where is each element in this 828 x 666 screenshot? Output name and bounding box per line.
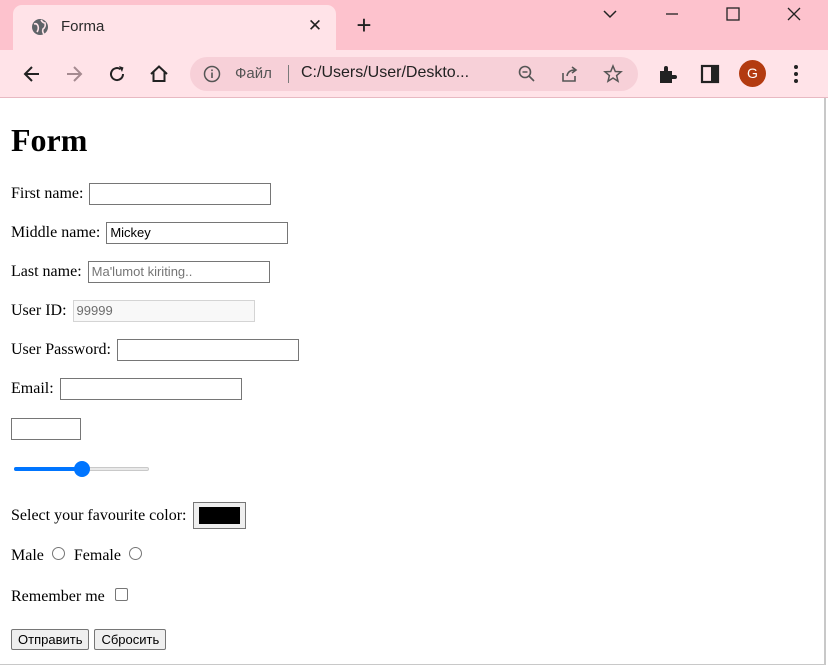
new-tab-button[interactable]: + (352, 12, 376, 38)
submit-button[interactable]: Отправить (11, 629, 90, 650)
share-icon[interactable] (560, 64, 580, 84)
home-icon (150, 65, 168, 82)
forward-arrow-icon (67, 66, 83, 82)
email-label: Email: (11, 380, 54, 397)
profile-avatar[interactable]: G (739, 60, 766, 87)
first-name-input[interactable] (89, 183, 272, 205)
buttons-row: Отправить Сбросить (11, 629, 167, 653)
page-title: Form (11, 122, 88, 158)
middle-name-label: Middle name: (11, 224, 101, 241)
kebab-menu-icon[interactable] (786, 62, 806, 86)
middle-name-row: Middle name: Mickey (11, 222, 289, 246)
range-slider-fill (14, 467, 82, 471)
browser-title-bar: Forma ✕ + (0, 0, 828, 50)
password-label: User Password: (11, 341, 111, 358)
maximize-icon (726, 7, 740, 21)
reload-icon (110, 66, 125, 82)
url-scheme: Файл (235, 65, 272, 82)
info-icon[interactable] (203, 65, 221, 83)
back-button[interactable] (19, 61, 45, 87)
male-radio[interactable] (51, 546, 65, 560)
url-separator (288, 65, 289, 83)
first-name-label: First name: (11, 185, 84, 202)
first-name-row: First name: (11, 183, 272, 207)
side-panel-icon[interactable] (698, 62, 722, 86)
gender-row: Male Female (11, 546, 147, 570)
globe-icon (32, 19, 48, 35)
user-id-label: User ID: (11, 302, 67, 319)
browser-tab[interactable]: Forma ✕ (13, 5, 336, 50)
minimize-icon (666, 13, 678, 15)
tab-close-icon[interactable]: ✕ (305, 16, 325, 36)
email-row: Email: (11, 378, 242, 402)
forward-button[interactable] (61, 61, 87, 87)
minimize-button[interactable] (652, 2, 692, 26)
color-picker[interactable] (192, 502, 246, 529)
reload-button[interactable] (104, 61, 130, 87)
close-icon (787, 7, 801, 21)
color-row: Select your favourite color: (11, 502, 246, 532)
remember-row: Remember me (11, 587, 128, 611)
number-row (11, 418, 81, 442)
browser-toolbar: Файл C:/Users/User/Deskto... G (0, 50, 828, 98)
middle-name-input[interactable]: Mickey (106, 222, 289, 244)
remember-label: Remember me (11, 588, 105, 605)
close-window-button[interactable] (774, 2, 814, 26)
zoom-out-icon[interactable] (517, 64, 537, 84)
tab-search-button[interactable] (590, 2, 630, 26)
female-radio[interactable] (128, 546, 142, 560)
last-name-input[interactable]: Ma'lumot kiriting.. (87, 261, 270, 283)
password-input[interactable] (117, 339, 299, 361)
back-arrow-icon (23, 66, 39, 82)
color-label: Select your favourite color: (11, 506, 187, 524)
maximize-button[interactable] (713, 2, 753, 26)
last-name-label: Last name: (11, 263, 82, 280)
email-input[interactable] (59, 378, 242, 400)
last-name-row: Last name: Ma'lumot kiriting.. (11, 261, 270, 285)
tab-title: Forma (61, 18, 105, 35)
user-id-input: 99999 (72, 300, 255, 322)
female-label: Female (73, 547, 121, 564)
chevron-down-icon (603, 10, 617, 19)
address-bar[interactable]: Файл C:/Users/User/Deskto... (190, 57, 638, 91)
range-slider[interactable] (11, 461, 151, 477)
user-id-row: User ID: 99999 (11, 300, 255, 324)
number-input[interactable] (11, 418, 81, 440)
page-viewport: Form First name: Middle name: Mickey Las… (0, 98, 826, 665)
remember-checkbox[interactable] (114, 587, 128, 601)
extensions-icon[interactable] (656, 62, 680, 86)
range-slider-thumb[interactable] (73, 461, 90, 477)
star-icon[interactable] (603, 64, 623, 84)
reset-button[interactable]: Сбросить (94, 629, 167, 650)
male-label: Male (11, 547, 44, 564)
color-swatch (198, 507, 240, 524)
url-text[interactable]: C:/Users/User/Deskto... (301, 64, 469, 82)
password-row: User Password: (11, 339, 299, 363)
home-button[interactable] (146, 61, 172, 87)
